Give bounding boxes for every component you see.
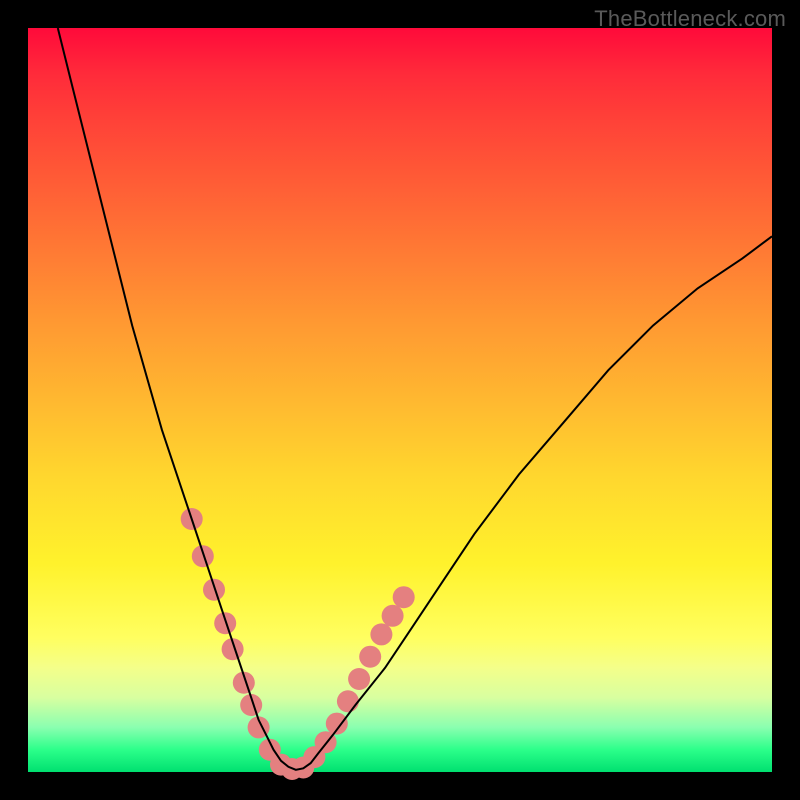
markers-group [181,508,415,780]
curve-marker [393,586,415,608]
curve-marker [370,623,392,645]
curve-marker [337,690,359,712]
curve-marker [359,646,381,668]
bottleneck-curve-path [58,28,772,770]
curve-marker [203,579,225,601]
bottleneck-chart-svg [28,28,772,772]
curve-marker [382,605,404,627]
chart-plot-area [28,28,772,772]
curve-marker [348,668,370,690]
curve-marker [192,545,214,567]
curve-marker [214,612,236,634]
watermark-text: TheBottleneck.com [594,6,786,32]
